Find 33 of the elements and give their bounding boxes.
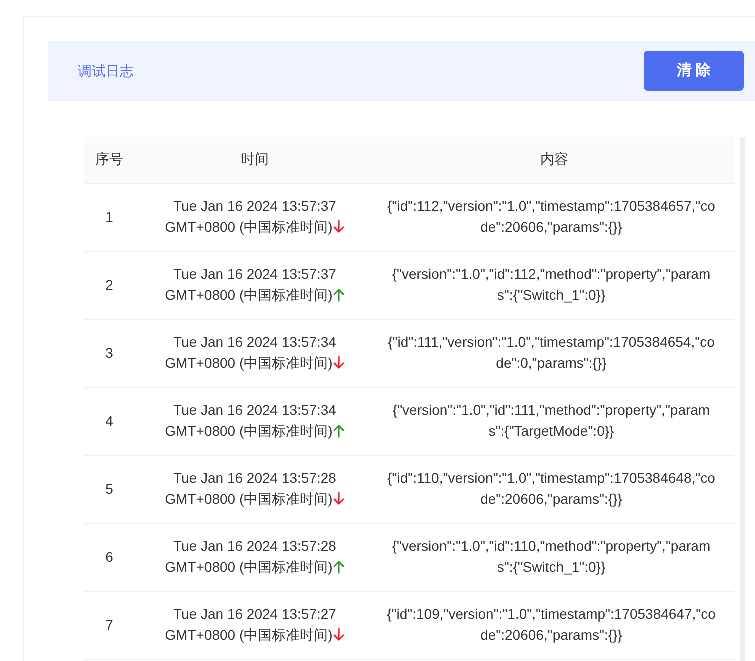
row-number: 7 xyxy=(106,616,114,632)
log-content: {"id":109,"version":"1.0","timestamp":1705384647,"code":20606,"params":{}} xyxy=(387,606,716,643)
up-arrow-icon xyxy=(332,424,345,438)
timestamp-text: Tue Jan 16 2024 13:57:37 GMT+0800 (中国标准时间) xyxy=(165,198,336,235)
column-header: 内容 xyxy=(540,151,568,168)
log-content: {"id":112,"version":"1.0","timestamp":1705384657,"code":20606,"params":{}} xyxy=(388,198,716,235)
down-arrow-icon xyxy=(332,220,345,234)
log-content: {"id":111,"version":"1.0","timestamp":1705384654,"code":0,"params":{}} xyxy=(388,334,715,371)
row-number: 6 xyxy=(106,548,114,564)
timestamp-text: Tue Jan 16 2024 13:57:28 GMT+0800 (中国标准时间) xyxy=(165,538,336,575)
down-arrow-icon xyxy=(332,356,345,370)
timestamp-text: Tue Jan 16 2024 13:57:37 GMT+0800 (中国标准时间) xyxy=(165,266,336,303)
clear-button[interactable]: 清 除 xyxy=(644,51,744,91)
up-arrow-icon xyxy=(332,560,345,574)
log-content: {"version":"1.0","id":111,"method":"property","params":{"TargetMode":0}} xyxy=(392,402,710,439)
row-number: 4 xyxy=(106,412,114,428)
column-header: 时间 xyxy=(241,151,269,168)
down-arrow-icon xyxy=(332,628,345,642)
timestamp-text: Tue Jan 16 2024 13:57:34 GMT+0800 (中国标准时间) xyxy=(165,402,336,439)
timestamp-text: Tue Jan 16 2024 13:57:27 GMT+0800 (中国标准时间) xyxy=(165,606,336,643)
down-arrow-icon xyxy=(332,492,345,506)
log-content: {"id":110,"version":"1.0","timestamp":1705384648,"code":20606,"params":{}} xyxy=(388,470,716,507)
row-number: 5 xyxy=(106,480,114,496)
column-header: 序号 xyxy=(96,151,124,168)
row-number: 2 xyxy=(106,276,114,292)
row-number: 3 xyxy=(106,344,114,360)
timestamp-text: Tue Jan 16 2024 13:57:28 GMT+0800 (中国标准时间) xyxy=(165,470,336,507)
log-content: {"version":"1.0","id":112,"method":"property","params":{"Switch_1":0}} xyxy=(392,266,711,303)
log-content: {"version":"1.0","id":110,"method":"property","params":{"Switch_1":0}} xyxy=(392,538,711,575)
row-number: 1 xyxy=(106,208,114,224)
up-arrow-icon xyxy=(332,288,345,302)
timestamp-text: Tue Jan 16 2024 13:57:34 GMT+0800 (中国标准时间) xyxy=(165,334,336,371)
panel-title: 调试日志 xyxy=(78,62,134,80)
